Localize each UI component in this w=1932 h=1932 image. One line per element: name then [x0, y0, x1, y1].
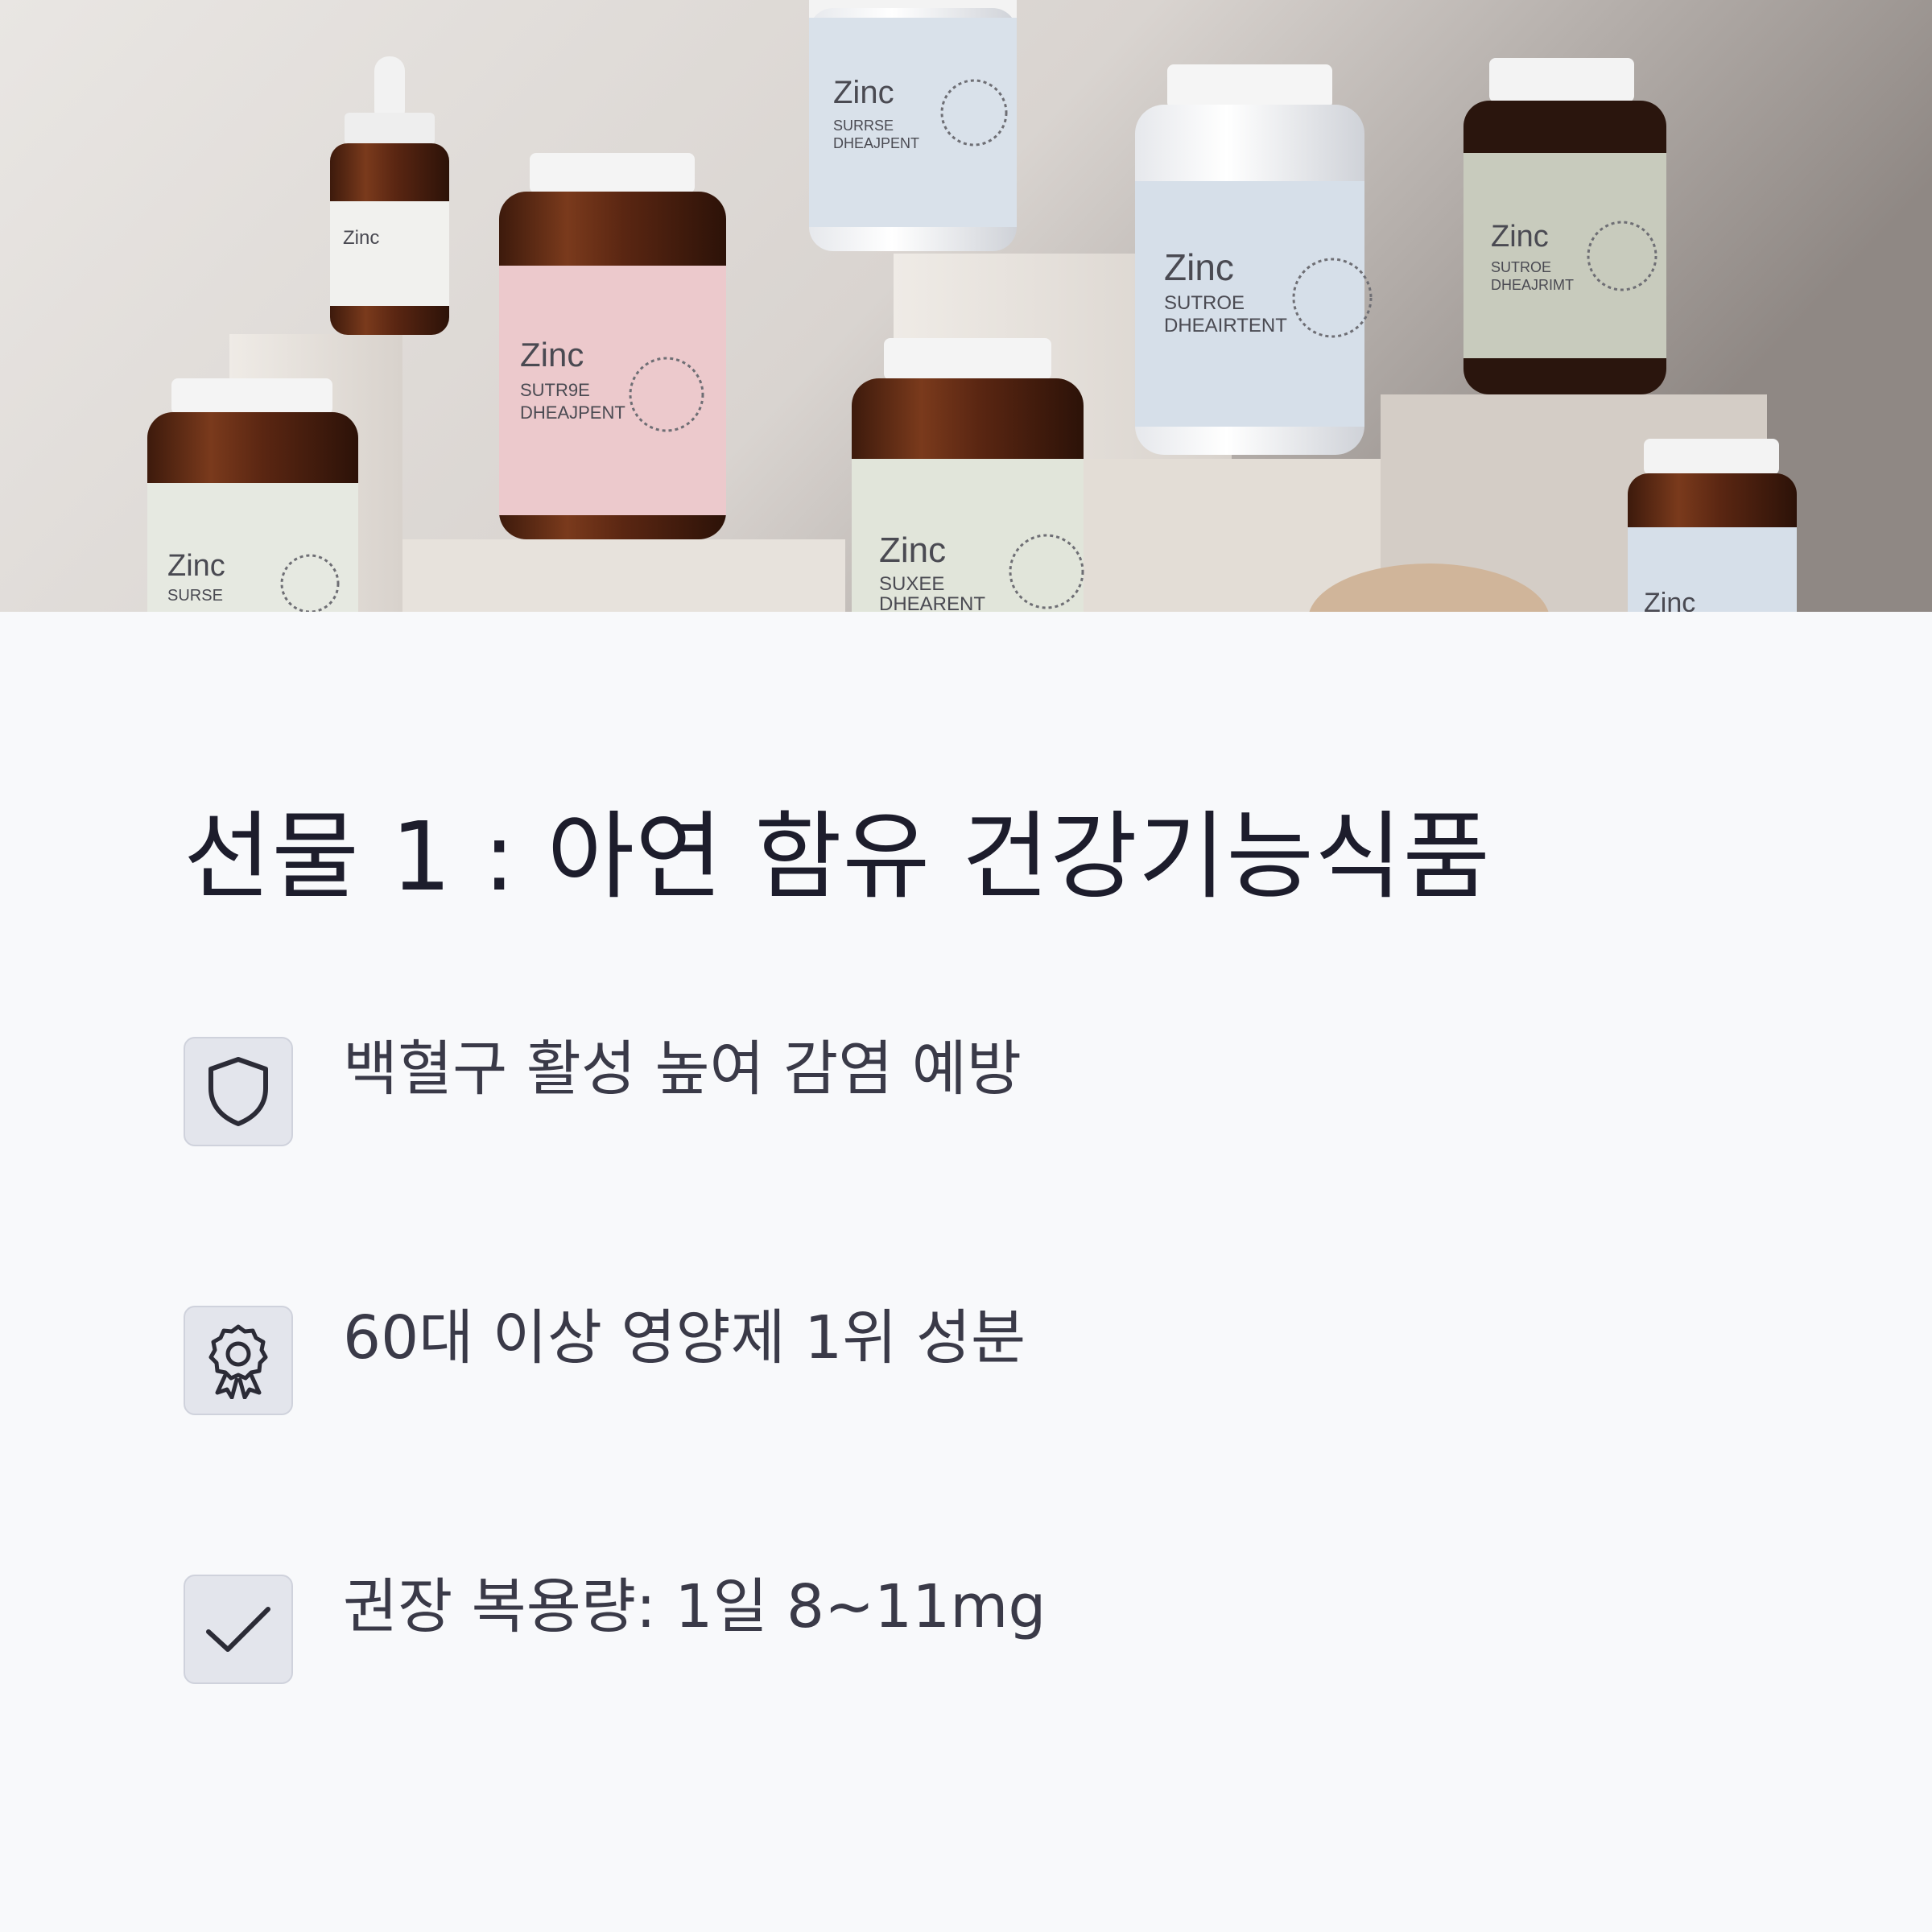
- bottle-brand: Zinc: [343, 227, 379, 249]
- checkmark-icon: [184, 1575, 293, 1684]
- bottle-line: DHEAIRTENT: [1164, 315, 1287, 336]
- page-title: 선물 1 : 아연 함유 건강기능식품: [184, 801, 1492, 912]
- bottle-brand: Zinc: [879, 530, 946, 570]
- bottle-line: DHEARENT: [879, 593, 985, 612]
- bottle-line: SUTROE: [1491, 259, 1551, 275]
- bottle-brand: Zinc: [833, 75, 894, 110]
- bottle-brand: Zinc: [520, 336, 584, 374]
- bottle-brand: Zinc: [1644, 588, 1695, 612]
- shield-icon: [184, 1037, 293, 1146]
- bottle-brand: Zinc: [167, 549, 225, 583]
- bottle-brand: Zinc: [1491, 220, 1549, 254]
- bottle-line: DHEAJPENT: [520, 402, 625, 423]
- feature-item-top-ingredient: 60대 이상 영양제 1위 성분: [184, 1303, 1713, 1415]
- bottle-line: SUTROE: [1164, 292, 1245, 314]
- award-badge-icon: [184, 1306, 293, 1415]
- bottle-line: SURSE: [167, 587, 223, 605]
- hero-illustration: Zinc Zinc SUTR9E DHEAJPENT Zinc SURRSE D…: [0, 0, 1932, 612]
- bottle-brand: Zinc: [1164, 246, 1234, 288]
- bottle-line: SUTR9E: [520, 380, 590, 400]
- hero-product-image: Zinc Zinc SUTR9E DHEAJPENT Zinc SURRSE D…: [0, 0, 1932, 612]
- bottle-line: DHEAJRIMT: [1491, 277, 1574, 293]
- bottle-line: DHEAJPENT: [833, 135, 919, 151]
- feature-item-infection-prevention: 백혈구 활성 높여 감염 예방: [184, 1034, 1713, 1146]
- content-section: 선물 1 : 아연 함유 건강기능식품 백혈구 활성 높여 감염 예방 60대 …: [0, 612, 1932, 1932]
- feature-item-dosage: 권장 복용량: 1일 8~11mg: [184, 1572, 1713, 1684]
- feature-text: 백혈구 활성 높여 감염 예방: [343, 1034, 1022, 1104]
- bottle-line: SUXEE: [879, 573, 944, 595]
- bottle-line: SURRSE: [833, 118, 894, 134]
- feature-text: 60대 이상 영양제 1위 성분: [343, 1303, 1026, 1373]
- feature-text: 권장 복용량: 1일 8~11mg: [343, 1572, 1046, 1641]
